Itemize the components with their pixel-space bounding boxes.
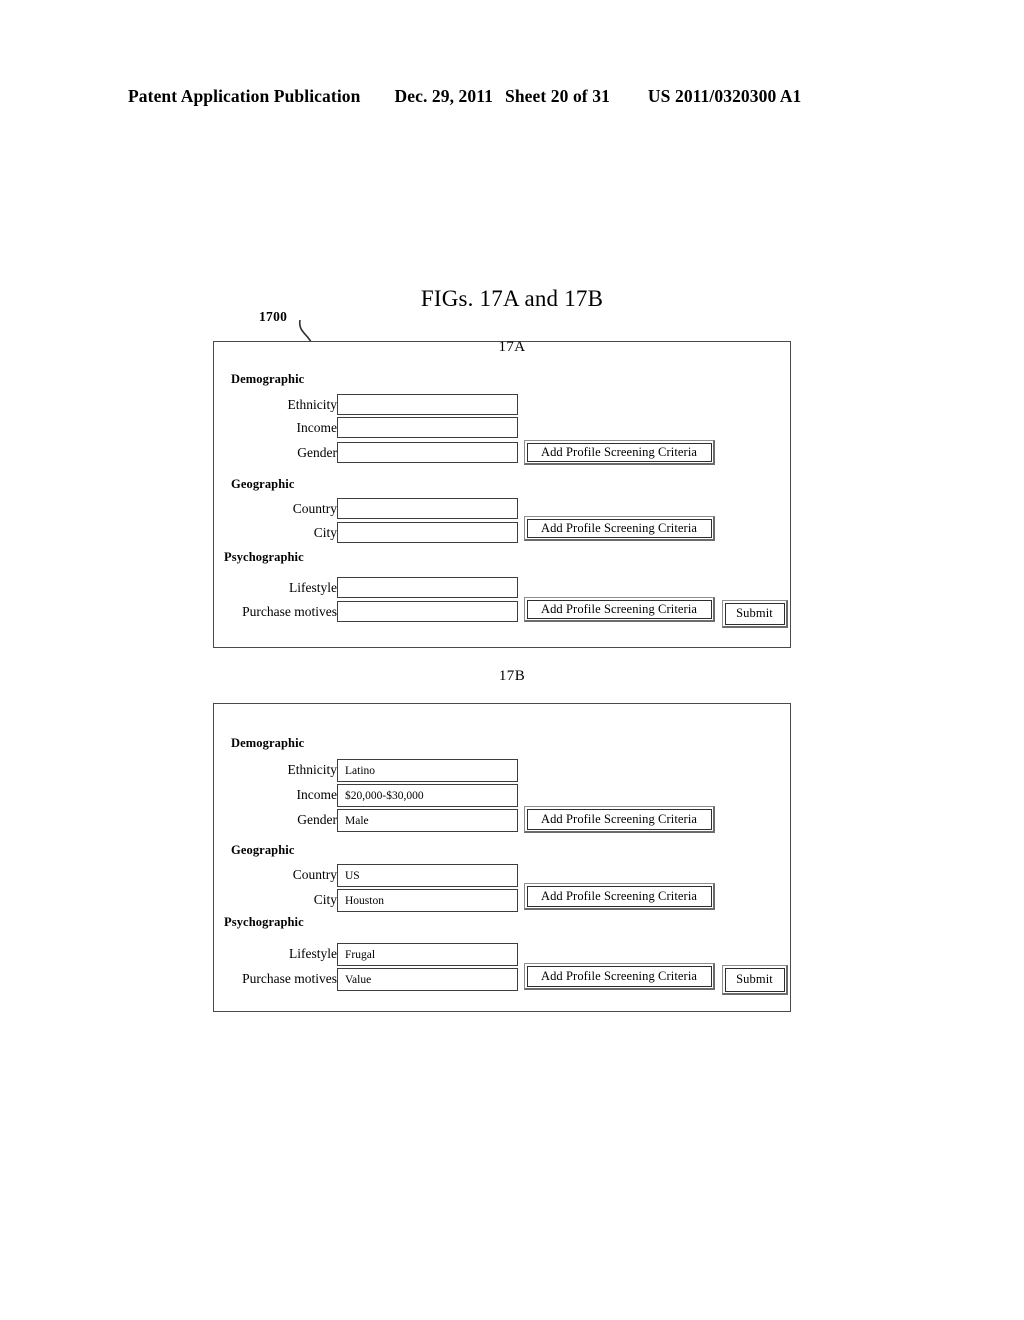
profile-screening-form-empty: Demographic Ethnicity Income Gender Add … [214, 342, 790, 647]
profile-screening-form-filled: Demographic Ethnicity Latino Income $20,… [214, 704, 790, 1011]
section-header-geographic: Geographic [231, 843, 295, 857]
add-criteria-button-geographic[interactable]: Add Profile Screening Criteria [524, 883, 715, 910]
add-criteria-button-psychographic-label: Add Profile Screening Criteria [526, 965, 712, 987]
submit-button-label: Submit [724, 967, 785, 992]
add-criteria-button-psychographic[interactable]: Add Profile Screening Criteria [524, 597, 715, 622]
field-label-gender: Gender [297, 445, 337, 460]
publication-title: Patent Application Publication [128, 86, 361, 106]
add-criteria-button-geographic-label: Add Profile Screening Criteria [526, 518, 712, 538]
field-label-ethnicity: Ethnicity [287, 762, 338, 777]
form-panel-17b: Demographic Ethnicity Latino Income $20,… [213, 703, 791, 1012]
input-income[interactable] [337, 417, 518, 438]
form-panel-17a: Demographic Ethnicity Income Gender Add … [213, 341, 791, 648]
add-criteria-button-psychographic[interactable]: Add Profile Screening Criteria [524, 963, 715, 990]
sheet-number: Sheet 20 of 31 [504, 86, 610, 106]
input-city[interactable] [337, 522, 518, 543]
field-label-city: City [313, 892, 337, 907]
section-header-psychographic: Psychographic [224, 550, 304, 564]
add-criteria-button-demographic[interactable]: Add Profile Screening Criteria [524, 806, 715, 833]
input-purchase-motives[interactable]: Value [337, 968, 518, 991]
field-label-purchase-motives: Purchase motives [242, 971, 337, 986]
input-ethnicity[interactable] [337, 394, 518, 415]
field-label-purchase-motives: Purchase motives [242, 604, 337, 619]
panel-caption-17a: 17A [498, 339, 526, 355]
field-label-lifestyle: Lifestyle [289, 946, 337, 961]
add-criteria-button-geographic[interactable]: Add Profile Screening Criteria [524, 516, 715, 541]
input-ethnicity[interactable]: Latino [337, 759, 518, 782]
field-label-gender: Gender [297, 812, 337, 827]
input-purchase-motives[interactable] [337, 601, 518, 622]
field-label-lifestyle: Lifestyle [289, 580, 337, 595]
field-label-city: City [313, 525, 337, 540]
input-lifestyle[interactable] [337, 577, 518, 598]
add-criteria-button-demographic-label: Add Profile Screening Criteria [526, 442, 712, 462]
field-label-ethnicity: Ethnicity [287, 397, 338, 412]
add-criteria-button-demographic[interactable]: Add Profile Screening Criteria [524, 440, 715, 465]
submit-button[interactable]: Submit [722, 600, 788, 628]
input-country[interactable] [337, 498, 518, 519]
publication-date: Dec. 29, 2011 [394, 86, 493, 106]
patent-number: US 2011/0320300 A1 [647, 86, 802, 106]
add-criteria-button-psychographic-label: Add Profile Screening Criteria [526, 599, 712, 619]
field-label-income: Income [296, 787, 337, 802]
section-header-demographic: Demographic [231, 372, 305, 386]
section-header-psychographic: Psychographic [224, 915, 304, 929]
submit-button-label: Submit [724, 602, 785, 625]
input-lifestyle[interactable]: Frugal [337, 943, 518, 966]
input-gender[interactable] [337, 442, 518, 463]
add-criteria-button-demographic-label: Add Profile Screening Criteria [526, 808, 712, 830]
input-gender[interactable]: Male [337, 809, 518, 832]
section-header-geographic: Geographic [231, 477, 295, 491]
add-criteria-button-geographic-label: Add Profile Screening Criteria [526, 885, 712, 907]
field-label-income: Income [296, 420, 337, 435]
input-country[interactable]: US [337, 864, 518, 887]
submit-button[interactable]: Submit [722, 965, 788, 995]
reference-numeral-1700: 1700 [259, 309, 288, 324]
input-city[interactable]: Houston [337, 889, 518, 912]
field-label-country: Country [292, 867, 337, 882]
panel-caption-17b: 17B [498, 668, 526, 684]
figure-title: FIGs. 17A and 17B [420, 286, 604, 311]
patent-header: Patent Application Publication Dec. 29, … [128, 86, 896, 107]
input-income[interactable]: $20,000-$30,000 [337, 784, 518, 807]
section-header-demographic: Demographic [231, 736, 305, 750]
field-label-country: Country [292, 501, 337, 516]
